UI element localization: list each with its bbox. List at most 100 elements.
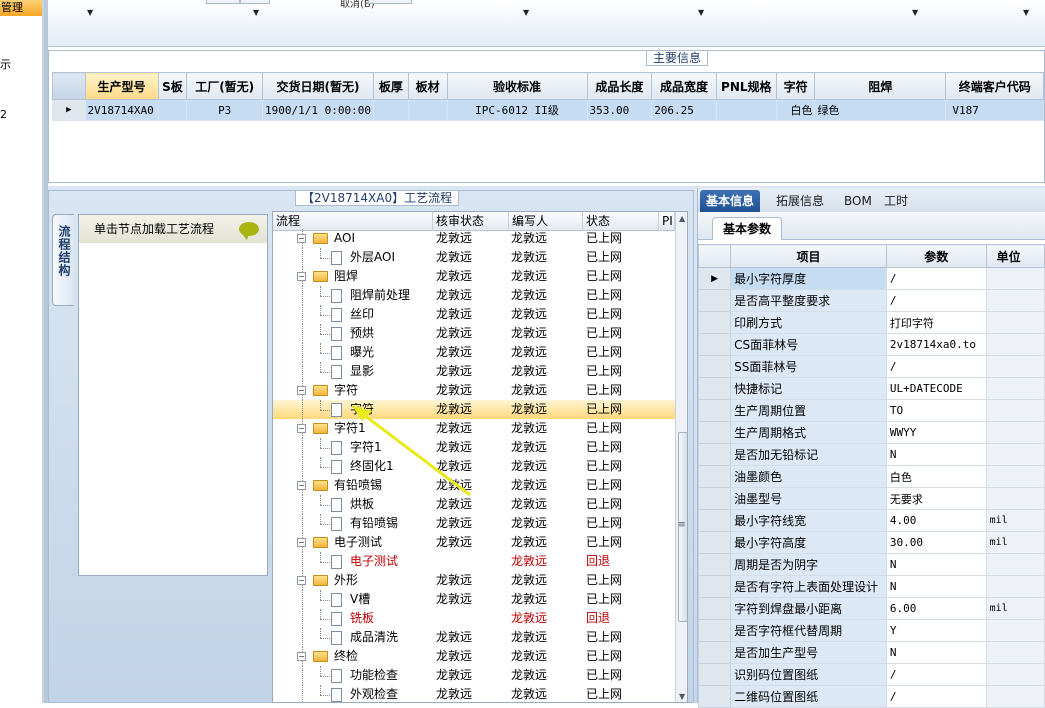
col-header[interactable]: 板材 [407, 72, 448, 100]
table-row[interactable]: 是否加生产型号 N [697, 641, 1045, 664]
col-header[interactable]: 板厚 [373, 72, 409, 100]
dropdown-arrow-icon[interactable]: ▼ [1023, 8, 1029, 17]
row-gutter[interactable] [697, 685, 732, 708]
row-gutter[interactable] [697, 531, 732, 554]
row-gutter[interactable] [697, 421, 732, 444]
collapse-icon[interactable]: − [297, 234, 306, 243]
tree-folder-row[interactable]: − 外形 龙敦远 龙敦远 已上网 [273, 571, 675, 590]
table-row[interactable]: 是否高平整度要求 / [697, 289, 1045, 312]
tree-step-row[interactable]: 阻焊前处理 龙敦远 龙敦远 已上网 [273, 286, 675, 305]
col-header[interactable]: 工厂(暂无) [186, 72, 264, 100]
row-gutter[interactable] [697, 377, 732, 400]
toolbar-button-3[interactable] [368, 0, 412, 4]
tree-step-row[interactable]: 字符1 龙敦远 龙敦远 已上网 [273, 438, 675, 457]
cell[interactable]: 2V18714XA0 [84, 99, 159, 121]
table-row[interactable]: 二维码位置图纸 / [697, 685, 1045, 708]
cell[interactable]: 1900/1/1 0:00:00 [262, 99, 374, 121]
cell[interactable] [373, 99, 409, 121]
tree-step-row[interactable]: 显影 龙敦远 龙敦远 已上网 [273, 362, 675, 381]
col-header[interactable]: 项目 [730, 244, 887, 268]
flow-structure-tab[interactable]: 流程结构 [52, 214, 74, 306]
collapse-icon[interactable]: − [297, 481, 306, 490]
dropdown-arrow-icon[interactable]: ▼ [698, 8, 704, 17]
col-header[interactable]: 生产型号 [84, 72, 159, 100]
nav-header[interactable]: 管理 [0, 0, 42, 16]
table-row[interactable]: 是否有字符上表面处理设计 N [697, 575, 1045, 598]
col-header[interactable]: S板 [157, 72, 188, 100]
row-gutter[interactable] [697, 553, 732, 576]
property-value[interactable]: / [885, 289, 987, 312]
row-gutter[interactable] [697, 399, 732, 422]
row-gutter[interactable] [697, 597, 732, 620]
tree-step-row[interactable]: 成品清洗 龙敦远 龙敦远 已上网 [273, 628, 675, 647]
row-gutter[interactable] [697, 289, 732, 312]
tree-folder-row[interactable]: − 阻焊 龙敦远 龙敦远 已上网 [273, 267, 675, 286]
tree-folder-row[interactable]: − 终检 龙敦远 龙敦远 已上网 [273, 647, 675, 666]
collapse-icon[interactable]: − [297, 652, 306, 661]
toolbar-button-2[interactable] [240, 0, 270, 4]
tree-step-row[interactable]: 外层AOI 龙敦远 龙敦远 已上网 [273, 248, 675, 267]
table-row[interactable]: SS面菲林号 / [697, 355, 1045, 378]
property-value[interactable]: N [885, 575, 987, 598]
col-header[interactable]: 验收标准 [446, 72, 588, 100]
scroll-up-icon[interactable]: ▲ [679, 214, 685, 223]
dropdown-arrow-icon[interactable]: ▼ [912, 8, 918, 17]
property-value[interactable]: 白色 [885, 465, 987, 488]
tree-step-row[interactable]: V槽 龙敦远 龙敦远 已上网 [273, 590, 675, 609]
row-indicator-icon[interactable]: ▶ [52, 99, 86, 121]
tab-basic-info[interactable]: 基本信息 [700, 190, 761, 212]
table-row[interactable]: CS面菲林号 2v18714xa0.to [697, 333, 1045, 356]
table-row[interactable]: 识别码位置图纸 / [697, 663, 1045, 686]
cell[interactable]: P3 [186, 99, 264, 121]
table-row[interactable]: ▶ 最小字符厚度 / [697, 267, 1045, 290]
property-value[interactable]: 2v18714xa0.to [885, 333, 987, 356]
cell[interactable]: IPC-6012 II级 [446, 99, 588, 121]
tree-step-row[interactable]: 字符 龙敦远 龙敦远 已上网 [273, 400, 675, 419]
table-row[interactable]: 是否字符框代替周期 Y [697, 619, 1045, 642]
row-gutter[interactable] [697, 663, 732, 686]
table-row[interactable]: 周期是否为阴字 N [697, 553, 1045, 576]
tree-folder-row[interactable]: − 电子测试 龙敦远 龙敦远 已上网 [273, 533, 675, 552]
row-gutter[interactable] [697, 619, 732, 642]
tree-step-row[interactable]: 曝光 龙敦远 龙敦远 已上网 [273, 343, 675, 362]
table-row[interactable]: 最小字符线宽 4.00 mil [697, 509, 1045, 532]
cell[interactable]: V187 [945, 99, 1044, 121]
collapse-icon[interactable]: − [297, 386, 306, 395]
select-all-corner[interactable] [52, 72, 86, 100]
tree-folder-row[interactable]: − 字符1 龙敦远 龙敦远 已上网 [273, 419, 675, 438]
col-header[interactable]: 终端客户代码 [945, 72, 1044, 100]
tree-folder-row[interactable]: − AOI 龙敦远 龙敦远 已上网 [273, 229, 675, 248]
dropdown-arrow-icon[interactable]: ▼ [253, 8, 259, 17]
tab-extended-info[interactable]: 拓展信息 [770, 190, 830, 212]
cell[interactable]: 绿色 [814, 99, 947, 121]
property-value[interactable]: N [885, 553, 987, 576]
row-gutter[interactable] [697, 355, 732, 378]
table-row[interactable]: 字符到焊盘最小距离 6.00 mil [697, 597, 1045, 620]
table-row[interactable]: 生产周期格式 WWYY [697, 421, 1045, 444]
property-value[interactable]: TO [885, 399, 987, 422]
table-row[interactable]: 生产周期位置 TO [697, 399, 1045, 422]
row-gutter[interactable] [697, 641, 732, 664]
table-row[interactable]: 是否加无铅标记 N [697, 443, 1045, 466]
col-header[interactable]: 阻焊 [814, 72, 947, 100]
tree-step-row[interactable]: 预烘 龙敦远 龙敦远 已上网 [273, 324, 675, 343]
table-row[interactable]: 印刷方式 打印字符 [697, 311, 1045, 334]
tree-scrollbar[interactable]: ▲ ≡ ▼ [675, 212, 687, 702]
property-value[interactable]: / [885, 267, 987, 290]
property-value[interactable]: N [885, 641, 987, 664]
table-row[interactable]: 快捷标记 UL+DATECODE [697, 377, 1045, 400]
tree-step-row[interactable]: 功能检查 龙敦远 龙敦远 已上网 [273, 666, 675, 685]
table-row[interactable]: 最小字符高度 30.00 mil [697, 531, 1045, 554]
tree-step-row[interactable]: 外观检查 龙敦远 龙敦远 已上网 [273, 685, 675, 702]
property-value[interactable]: 6.00 [885, 597, 987, 620]
property-value[interactable]: WWYY [885, 421, 987, 444]
col-header[interactable]: 交货日期(暂无) [262, 72, 374, 100]
collapse-icon[interactable]: − [297, 272, 306, 281]
property-value[interactable]: 30.00 [885, 531, 987, 554]
cell[interactable] [157, 99, 188, 121]
tree-step-row[interactable]: 铣板 龙敦远 回退 [273, 609, 675, 628]
property-value[interactable]: Y [885, 619, 987, 642]
tree-folder-row[interactable]: − 字符 龙敦远 龙敦远 已上网 [273, 381, 675, 400]
property-value[interactable]: 打印字符 [885, 311, 987, 334]
property-value[interactable]: 无要求 [885, 487, 987, 510]
